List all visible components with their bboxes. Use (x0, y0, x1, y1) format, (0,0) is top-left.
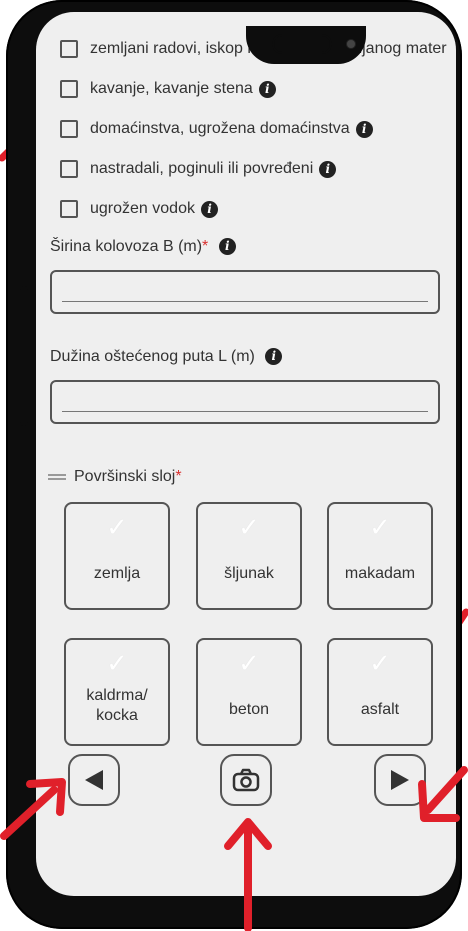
camera-icon (232, 768, 260, 792)
checkbox-label: domaćinstva, ugrožena domaćinstva (90, 120, 350, 137)
front-camera-icon (346, 39, 356, 49)
option-tile-makadam[interactable]: ✓ makadam (327, 502, 433, 610)
option-tile-sljunak[interactable]: ✓ šljunak (196, 502, 302, 610)
length-input[interactable] (50, 380, 440, 424)
option-label: kaldrma/ kocka (86, 687, 148, 724)
check-icon: ✓ (238, 648, 260, 678)
camera-button[interactable] (220, 754, 272, 806)
option-label: makadam (344, 565, 416, 582)
checkbox-row-households[interactable]: domaćinstva, ugrožena domaćinstva i (60, 116, 373, 142)
checkbox[interactable] (60, 80, 78, 98)
option-label: zemlja (93, 565, 141, 582)
checkbox[interactable] (60, 160, 78, 178)
option-label: asfalt (360, 701, 400, 718)
app-screen: zemljani radovi, iskop i nasipanje zemlj… (36, 12, 456, 896)
check-icon: ✓ (238, 512, 260, 542)
phone-notch (246, 26, 366, 64)
surface-section-title: Površinski sloj * (48, 468, 182, 486)
check-icon: ✓ (106, 512, 128, 542)
option-tile-zemlja[interactable]: ✓ zemlja (64, 502, 170, 610)
speaker-icon (274, 36, 330, 52)
checkbox[interactable] (60, 120, 78, 138)
checkbox[interactable] (60, 200, 78, 218)
length-field-label: Dužina oštećenog puta L (m) i (50, 348, 283, 366)
info-icon[interactable]: i (258, 80, 276, 98)
width-label-text: Širina kolovoza B (m) (50, 238, 203, 255)
check-icon: ✓ (369, 648, 391, 678)
info-icon[interactable]: i (265, 348, 283, 365)
check-icon: ✓ (369, 512, 391, 542)
info-icon[interactable]: i (218, 238, 236, 255)
annotation-arrow-next (418, 766, 468, 822)
option-tile-beton[interactable]: ✓ beton (196, 638, 302, 746)
drag-handle-icon (48, 474, 66, 480)
width-input[interactable] (50, 270, 440, 314)
arrow-left-icon (85, 770, 103, 790)
input-underline (62, 301, 428, 302)
info-icon[interactable]: i (319, 160, 337, 178)
checkbox-label: nastradali, poginuli ili povređeni (90, 160, 314, 177)
width-field-label: Širina kolovoza B (m)* i (50, 238, 236, 256)
option-label: šljunak (224, 565, 274, 582)
checkbox-row-water-supply[interactable]: ugrožen vodok i (60, 196, 218, 222)
checkbox-label: ugrožen vodok (90, 200, 195, 217)
required-mark: * (175, 468, 182, 485)
annotation-arrow-camera (224, 818, 272, 931)
required-mark: * (202, 238, 209, 255)
surface-title-text: Površinski sloj (74, 468, 176, 485)
annotation-arrow-back (0, 778, 66, 840)
option-label: beton (228, 701, 270, 718)
checkbox-row-rockfall[interactable]: kavanje, kavanje stena i (60, 76, 276, 102)
info-icon[interactable]: i (200, 200, 218, 218)
input-underline (62, 411, 428, 412)
checkbox-label: kavanje, kavanje stena (90, 80, 253, 97)
checkbox-row-injured[interactable]: nastradali, poginuli ili povređeni i (60, 156, 337, 182)
info-icon[interactable]: i (355, 120, 373, 138)
arrow-right-icon (391, 770, 409, 790)
option-tile-asfalt[interactable]: ✓ asfalt (327, 638, 433, 746)
check-icon: ✓ (106, 648, 128, 678)
option-tile-kaldrma[interactable]: ✓ kaldrma/ kocka (64, 638, 170, 746)
length-label-text: Dužina oštećenog puta L (m) (50, 348, 255, 365)
checkbox[interactable] (60, 40, 78, 58)
phone-side-button (20, 286, 28, 426)
